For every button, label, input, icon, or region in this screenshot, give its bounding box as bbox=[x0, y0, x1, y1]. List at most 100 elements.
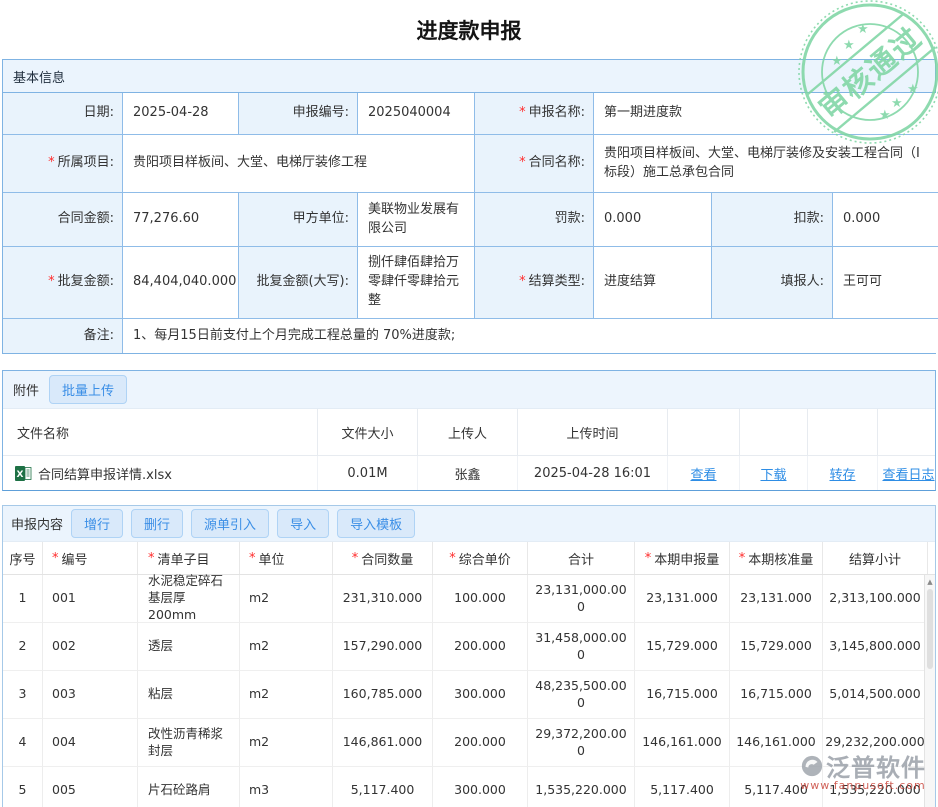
cell-code: 002 bbox=[43, 623, 138, 671]
cell-declared_qty: 23,131.000 bbox=[635, 575, 730, 623]
approved-amount-label: *批复金额: bbox=[3, 247, 123, 319]
cell-unit_price: 300.000 bbox=[433, 767, 528, 807]
batch-upload-button[interactable]: 批量上传 bbox=[49, 375, 127, 404]
cell-item: 水泥稳定碎石基层厚200mm bbox=[138, 575, 240, 623]
declare-no-value: 2025040004 bbox=[358, 93, 475, 135]
date-label: 日期: bbox=[3, 93, 123, 135]
import-button[interactable]: 导入 bbox=[277, 509, 329, 538]
table-row: 3003粘层m2160,785.000300.00048,235,500.000… bbox=[3, 671, 935, 719]
scroll-up-arrow-icon[interactable]: ▲ bbox=[925, 575, 935, 588]
cell-unit_price: 100.000 bbox=[433, 575, 528, 623]
column-header-upload-time: 上传时间 bbox=[518, 409, 668, 455]
declaration-section-title: 申报内容 bbox=[11, 514, 63, 533]
project-label: *所属项目: bbox=[3, 135, 123, 193]
filler-label: 填报人: bbox=[712, 247, 833, 319]
upload-time-cell: 2025-04-28 16:01 bbox=[518, 456, 668, 490]
required-asterisk: * bbox=[519, 104, 526, 123]
attachments-section-title: 附件 bbox=[13, 380, 39, 399]
declare-name-value: 第一期进度款 bbox=[594, 93, 938, 135]
cell-total: 1,535,220.000 bbox=[528, 767, 635, 807]
basic-info-grid: 日期: 2025-04-28 申报编号: 2025040004 *申报名称: 第… bbox=[3, 93, 935, 353]
page-title: 进度款申报 bbox=[0, 0, 938, 59]
source-import-button[interactable]: 源单引入 bbox=[191, 509, 269, 538]
cell-no: 4 bbox=[3, 719, 43, 767]
column-header-unit: *单位 bbox=[240, 542, 333, 574]
column-header-empty bbox=[808, 409, 878, 455]
required-asterisk: * bbox=[352, 551, 359, 566]
column-header-empty bbox=[668, 409, 740, 455]
required-asterisk: * bbox=[519, 273, 526, 292]
cell-contract_qty: 5,117.400 bbox=[333, 767, 433, 807]
column-header-uploader: 上传人 bbox=[418, 409, 518, 455]
cell-contract_qty: 157,290.000 bbox=[333, 623, 433, 671]
contract-amount-value: 77,276.60 bbox=[123, 193, 239, 247]
cell-approved_qty: 15,729.000 bbox=[730, 623, 823, 671]
cell-unit: m3 bbox=[240, 767, 333, 807]
column-header-file-name: 文件名称 bbox=[3, 409, 318, 455]
required-asterisk: * bbox=[52, 551, 59, 566]
column-header-approved_qty: *本期核准量 bbox=[730, 542, 823, 574]
scrollbar-thumb[interactable] bbox=[927, 589, 933, 669]
attachments-table-header: 文件名称 文件大小 上传人 上传时间 bbox=[3, 409, 935, 456]
cell-total: 29,372,200.000 bbox=[528, 719, 635, 767]
required-asterisk: * bbox=[48, 273, 55, 292]
remark-value: 1、每月15日前支付上个月完成工程总量的 70%进度款; bbox=[123, 319, 938, 353]
basic-info-section-title: 基本信息 bbox=[3, 60, 935, 93]
column-header-item: *清单子目 bbox=[138, 542, 240, 574]
add-row-button[interactable]: 增行 bbox=[71, 509, 123, 538]
cell-unit: m2 bbox=[240, 575, 333, 623]
transfer-link[interactable]: 转存 bbox=[829, 464, 855, 483]
approved-amount-value: 84,404,040.000 bbox=[123, 247, 239, 319]
cell-subtotal: 2,313,100.000 bbox=[823, 575, 928, 623]
view-log-link[interactable]: 查看日志 bbox=[882, 464, 934, 483]
import-template-button[interactable]: 导入模板 bbox=[337, 509, 415, 538]
table-row: 1001水泥稳定碎石基层厚200mmm2231,310.000100.00023… bbox=[3, 575, 935, 623]
uploader-cell: 张鑫 bbox=[418, 456, 518, 490]
svg-text:X: X bbox=[17, 470, 24, 480]
cell-declared_qty: 5,117.400 bbox=[635, 767, 730, 807]
cell-code: 001 bbox=[43, 575, 138, 623]
required-asterisk: * bbox=[249, 551, 256, 566]
contract-amount-label: 合同金额: bbox=[3, 193, 123, 247]
view-link[interactable]: 查看 bbox=[690, 464, 716, 483]
cell-declared_qty: 16,715.000 bbox=[635, 671, 730, 719]
party-a-label: 甲方单位: bbox=[239, 193, 358, 247]
filler-value: 王可可 bbox=[833, 247, 938, 319]
column-header-total: 合计 bbox=[528, 542, 635, 574]
column-header-contract_qty: *合同数量 bbox=[333, 542, 433, 574]
cell-approved_qty: 146,161.000 bbox=[730, 719, 823, 767]
required-asterisk: * bbox=[449, 551, 456, 566]
cell-unit: m2 bbox=[240, 623, 333, 671]
cell-total: 48,235,500.000 bbox=[528, 671, 635, 719]
cell-contract_qty: 231,310.000 bbox=[333, 575, 433, 623]
download-link[interactable]: 下载 bbox=[760, 464, 786, 483]
settle-type-label: *结算类型: bbox=[475, 247, 594, 319]
cell-approved_qty: 16,715.000 bbox=[730, 671, 823, 719]
declaration-table-body: 1001水泥稳定碎石基层厚200mmm2231,310.000100.00023… bbox=[3, 575, 935, 807]
delete-row-button[interactable]: 删行 bbox=[131, 509, 183, 538]
column-header-empty bbox=[878, 409, 938, 455]
column-header-no: 序号 bbox=[3, 542, 43, 574]
remark-label: 备注: bbox=[3, 319, 123, 353]
column-header-code: *编号 bbox=[43, 542, 138, 574]
table-scrollbar[interactable]: ▲ bbox=[924, 575, 935, 807]
table-row: 2002透层m2157,290.000200.00031,458,000.000… bbox=[3, 623, 935, 671]
attachments-panel: 附件 批量上传 文件名称 文件大小 上传人 上传时间 X 合同结算申报详情.xl… bbox=[2, 370, 936, 491]
cell-subtotal: 5,014,500.000 bbox=[823, 671, 928, 719]
penalty-label: 罚款: bbox=[475, 193, 594, 247]
cell-no: 2 bbox=[3, 623, 43, 671]
cell-no: 3 bbox=[3, 671, 43, 719]
cell-unit_price: 200.000 bbox=[433, 719, 528, 767]
cell-total: 23,131,000.000 bbox=[528, 575, 635, 623]
approved-caps-label: 批复金额(大写): bbox=[239, 247, 358, 319]
cell-code: 005 bbox=[43, 767, 138, 807]
cell-declared_qty: 15,729.000 bbox=[635, 623, 730, 671]
cell-unit_price: 200.000 bbox=[433, 623, 528, 671]
column-header-declared_qty: *本期申报量 bbox=[635, 542, 730, 574]
table-row: 5005片石砼路肩m35,117.400300.0001,535,220.000… bbox=[3, 767, 935, 807]
approved-caps-value: 捌仟肆佰肆拾万零肆仟零肆拾元整 bbox=[358, 247, 475, 319]
cell-contract_qty: 160,785.000 bbox=[333, 671, 433, 719]
contract-name-label: *合同名称: bbox=[475, 135, 594, 193]
settle-type-value: 进度结算 bbox=[594, 247, 712, 319]
cell-no: 5 bbox=[3, 767, 43, 807]
